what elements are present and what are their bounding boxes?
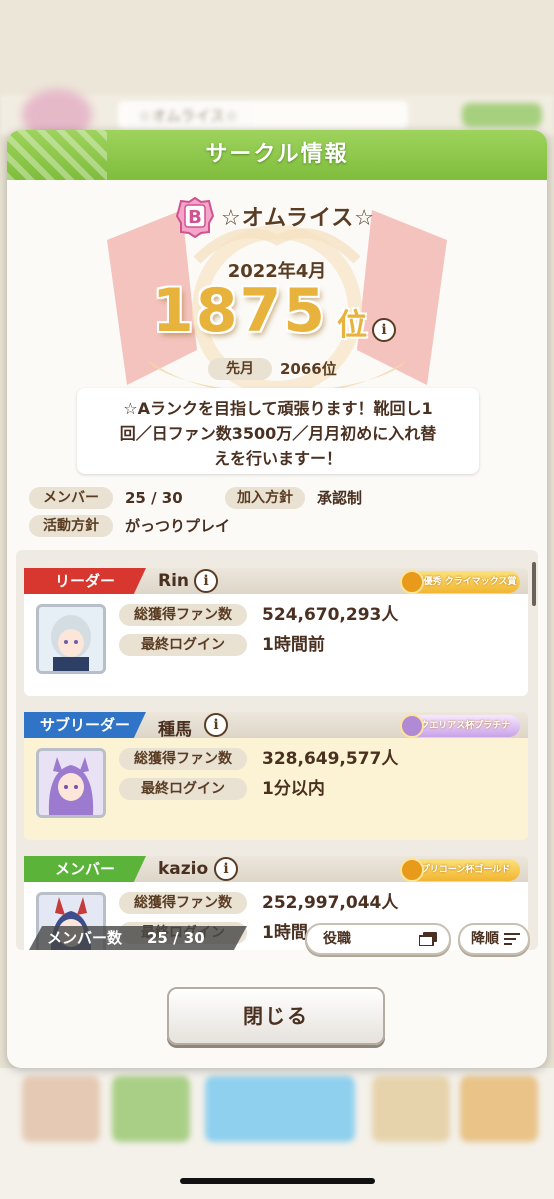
- background-tile: [460, 1076, 538, 1142]
- medal-icon: [400, 858, 424, 882]
- member-name[interactable]: Rin: [158, 571, 189, 591]
- background-circle-name: ☆オムライス☆: [138, 107, 239, 125]
- card-body: 総獲得ファン数 328,649,577人 最終ログイン 1分以内: [24, 738, 528, 840]
- last-login-label: 最終ログイン: [119, 634, 247, 656]
- award-label: カプリコーン杯ゴールド: [411, 865, 511, 875]
- fans-value: 524,670,293人: [262, 605, 399, 625]
- description-line: えを行いますー！: [213, 449, 342, 468]
- background-name-field: ☆オムライス☆: [118, 101, 408, 129]
- last-month-rank: 2066位: [280, 360, 337, 378]
- last-login-value: 1分以内: [262, 779, 325, 799]
- last-login-label: 最終ログイン: [119, 778, 247, 800]
- award-badge: カプリコーン杯ゴールド: [400, 858, 520, 882]
- award-label: アクエリアス杯プラチナ: [411, 721, 511, 731]
- sort-order-button[interactable]: 降順: [458, 923, 530, 955]
- dialog-header: サークル情報: [7, 130, 547, 180]
- member-count-bar: メンバー数 25 / 30: [29, 926, 247, 950]
- avatar-portrait-icon: [39, 607, 103, 671]
- fans-label: 総獲得ファン数: [119, 892, 247, 914]
- circle-rank-suffix: 位: [337, 308, 367, 343]
- circle-info-dialog: サークル情報 B ☆オムライス☆ 2022年4月 1875 位 i 先月 206…: [7, 130, 547, 1068]
- background-circle-bar: ☆オムライス☆: [0, 89, 554, 141]
- card-header: メンバー kazio i カプリコーン杯ゴールド: [24, 856, 528, 882]
- card-header: リーダー Rin i 成績優秀 クライマックス賞: [24, 568, 528, 594]
- member-name[interactable]: kazio: [158, 859, 208, 879]
- window-stack-icon: [419, 932, 437, 946]
- last-login-value: 1時間: [262, 923, 308, 943]
- circle-name: ☆オムライス☆: [221, 206, 376, 231]
- fans-value: 328,649,577人: [262, 749, 399, 769]
- members-label: メンバー: [29, 487, 113, 509]
- last-login-value: 1時間前: [262, 635, 325, 655]
- avatar-portrait-icon: [39, 751, 103, 815]
- fans-value: 252,997,044人: [262, 893, 399, 913]
- member-card-subleader[interactable]: サブリーダー 種馬 i アクエリアス杯プラチナ 総獲得ファン数 328,649,…: [24, 712, 528, 840]
- member-avatar: [36, 748, 106, 818]
- member-info-icon[interactable]: i: [194, 569, 218, 593]
- member-avatar: [36, 604, 106, 674]
- dialog-title: サークル情報: [205, 142, 349, 167]
- join-policy-value: 承認制: [317, 489, 363, 507]
- award-badge: アクエリアス杯プラチナ: [400, 714, 520, 738]
- member-count-label: メンバー数: [47, 929, 123, 947]
- role-filter-label: 役職: [323, 931, 351, 947]
- background-tile: [205, 1076, 355, 1142]
- medal-icon: [400, 570, 424, 594]
- member-info-icon[interactable]: i: [204, 713, 228, 737]
- background-tile: [372, 1076, 450, 1142]
- rank-badge-letter: B: [188, 207, 202, 228]
- activity-policy-value: がっつりプレイ: [125, 517, 231, 535]
- activity-policy-label: 活動方針: [29, 515, 113, 537]
- member-name[interactable]: 種馬: [158, 715, 192, 740]
- description-line: ☆Aランクを目指して頑張ります！靴回し1: [123, 399, 433, 418]
- fans-label: 総獲得ファン数: [119, 604, 247, 626]
- members-value: 25 / 30: [125, 489, 183, 507]
- list-scrollbar[interactable]: [532, 562, 536, 606]
- circle-description: ☆Aランクを目指して頑張ります！靴回し1 回／日ファン数3500万／月月初めに入…: [77, 388, 479, 474]
- member-count-value: 25 / 30: [147, 929, 205, 947]
- description-line: 回／日ファン数3500万／月月初めに入れ替: [119, 424, 437, 443]
- role-tag-leader: リーダー: [24, 568, 146, 594]
- role-tag-subleader: サブリーダー: [24, 712, 146, 738]
- background-tile: [112, 1076, 190, 1142]
- member-info-icon[interactable]: i: [214, 857, 238, 881]
- medal-icon: [400, 714, 424, 738]
- background-top: [0, 0, 554, 100]
- background-tile: [22, 1076, 100, 1142]
- role-filter-button[interactable]: 役職: [305, 923, 451, 955]
- role-tag-member: メンバー: [24, 856, 146, 882]
- last-month-label: 先月: [208, 358, 272, 380]
- member-card-leader[interactable]: リーダー Rin i 成績優秀 クライマックス賞 総獲得ファン数 524,670…: [24, 568, 528, 696]
- sort-lines-icon: [504, 933, 520, 945]
- card-header: サブリーダー 種馬 i アクエリアス杯プラチナ: [24, 712, 528, 740]
- rank-info-icon[interactable]: i: [372, 318, 396, 342]
- card-body: 総獲得ファン数 524,670,293人 最終ログイン 1時間前: [24, 594, 528, 696]
- rank-b-badge-icon: B: [175, 196, 215, 238]
- background-green-button: [462, 103, 542, 127]
- fans-label: 総獲得ファン数: [119, 748, 247, 770]
- circle-rank-number: 1875: [152, 276, 327, 346]
- join-policy-label: 加入方針: [225, 487, 305, 509]
- sort-order-label: 降順: [471, 931, 499, 947]
- award-badge: 成績優秀 クライマックス賞: [400, 570, 520, 594]
- close-button[interactable]: 閉じる: [167, 987, 385, 1045]
- member-list[interactable]: リーダー Rin i 成績優秀 クライマックス賞 総獲得ファン数 524,670…: [16, 550, 538, 950]
- home-indicator[interactable]: [180, 1178, 375, 1184]
